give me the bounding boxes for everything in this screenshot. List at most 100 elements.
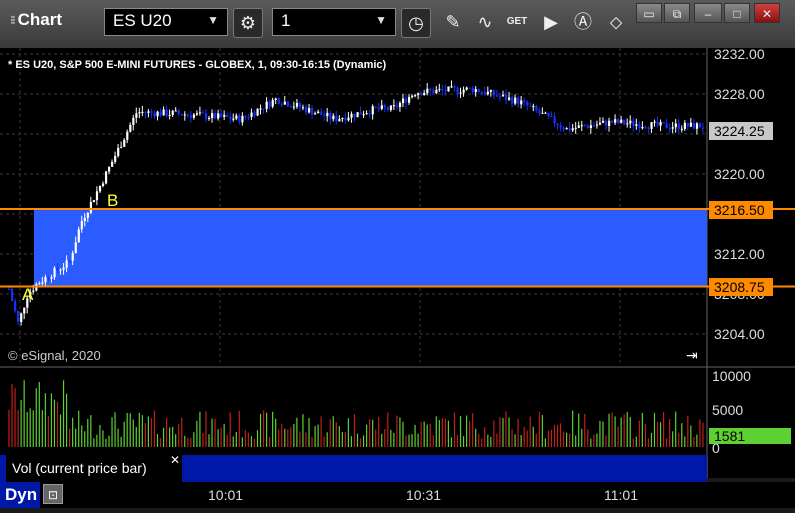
price-candle: [441, 89, 444, 91]
price-candle: [308, 108, 311, 113]
price-candle: [71, 253, 74, 261]
minimize-button[interactable]: –: [694, 3, 722, 23]
clock-icon[interactable]: ◷: [401, 8, 431, 38]
maximize-button[interactable]: □: [724, 3, 750, 23]
minimize-link-icon[interactable]: ▭: [636, 3, 662, 23]
restore-button[interactable]: ⧉: [664, 3, 690, 23]
price-candle: [304, 107, 308, 113]
price-candle: [20, 313, 23, 322]
price-candle: [162, 109, 165, 116]
price-candle: [535, 106, 538, 111]
price-candle: [108, 166, 111, 172]
price-candle: [59, 269, 62, 271]
study-wave-icon[interactable]: ∿: [472, 9, 498, 35]
price-candle: [86, 212, 89, 218]
price-candle: [459, 92, 462, 94]
close-study-icon[interactable]: ✕: [170, 453, 180, 467]
pencil-icon[interactable]: ✎: [440, 9, 466, 35]
price-candle: [404, 98, 408, 103]
app-title-label: Chart: [17, 10, 63, 29]
price-candle: [477, 89, 480, 93]
dynamic-mode-button[interactable]: Dyn: [0, 482, 40, 508]
price-candle: [56, 268, 59, 271]
price-candle: [180, 113, 183, 116]
lock-icon[interactable]: ⊡: [43, 484, 63, 504]
price-candle: [377, 107, 380, 109]
level-zone-box[interactable]: [34, 209, 707, 287]
price-candle: [653, 121, 656, 123]
price-tick: 3204.00: [714, 326, 765, 342]
play-icon[interactable]: ▶: [538, 9, 564, 35]
price-candle: [423, 92, 426, 96]
study-legend[interactable]: Vol (current price bar): [6, 455, 182, 482]
price-candle: [11, 289, 14, 301]
chevron-down-icon: ▼: [207, 13, 219, 27]
price-candle: [408, 97, 411, 103]
price-candle: [517, 97, 520, 105]
link-icon[interactable]: ⬦: [603, 9, 629, 35]
settings-gear-icon[interactable]: ⚙: [233, 8, 263, 38]
price-candle: [259, 108, 262, 110]
interval-combo[interactable]: 1 ▼: [272, 8, 396, 36]
price-candle: [486, 91, 490, 95]
price-candle: [335, 115, 338, 122]
price-candle: [483, 92, 486, 95]
price-candle: [8, 289, 11, 290]
price-candle: [656, 121, 659, 126]
chart-header: * ES U20, S&P 500 E-MINI FUTURES - GLOBE…: [8, 59, 387, 71]
price-candle: [262, 108, 265, 110]
get-data-icon[interactable]: GET: [504, 9, 530, 35]
price-candle: [695, 123, 699, 129]
price-candle: [620, 119, 623, 123]
price-candle: [353, 113, 356, 118]
price-candle: [401, 98, 405, 103]
price-candle: [608, 120, 611, 126]
price-candle: [420, 93, 423, 96]
price-candle: [53, 268, 56, 278]
price-candle: [438, 89, 441, 91]
close-button[interactable]: ✕: [754, 3, 780, 23]
time-axis-pane: [0, 482, 795, 508]
price-candle: [17, 311, 20, 322]
price-candle: [186, 114, 189, 116]
price-candle: [211, 113, 214, 119]
price-candle: [456, 87, 459, 94]
price-candle: [465, 87, 468, 90]
price-candle: [529, 105, 532, 107]
price-candle: [317, 111, 320, 114]
price-candle: [532, 106, 535, 108]
price-candle: [111, 161, 114, 167]
price-candle: [495, 95, 499, 97]
price-candle: [338, 119, 341, 122]
price-candle: [450, 86, 453, 88]
price-candle: [623, 119, 626, 125]
app-title[interactable]: ⁝⁝ Chart: [10, 10, 62, 30]
price-candle: [156, 111, 159, 117]
price-candle: [98, 185, 102, 192]
alert-icon[interactable]: Ⓐ: [570, 9, 596, 35]
price-candle: [553, 116, 556, 124]
price-candle: [392, 105, 396, 107]
symbol-combo[interactable]: ES U20 ▼: [104, 8, 228, 36]
scroll-right-icon[interactable]: ⇥: [686, 347, 698, 363]
price-candle: [232, 118, 235, 120]
price-candle: [347, 117, 350, 121]
chart-area[interactable]: 3232.003228.003220.003212.003208.003204.…: [0, 46, 795, 508]
grip-icon: ⁝⁝: [10, 13, 15, 27]
price-candle: [677, 123, 680, 130]
price-candle: [141, 111, 144, 113]
price-candle: [265, 101, 268, 109]
price-candle: [271, 99, 274, 107]
price-candle: [614, 119, 617, 123]
price-candle: [471, 87, 474, 93]
price-candle: [641, 127, 644, 129]
chart-svg[interactable]: 3232.003228.003220.003212.003208.003204.…: [0, 46, 795, 508]
price-candle: [674, 123, 677, 128]
price-candle: [38, 283, 41, 285]
price-candle: [680, 128, 683, 130]
price-candle: [171, 110, 174, 115]
price-candle: [686, 122, 690, 127]
price-candle: [226, 114, 229, 117]
price-candle: [201, 112, 205, 114]
price-candle: [23, 307, 26, 314]
